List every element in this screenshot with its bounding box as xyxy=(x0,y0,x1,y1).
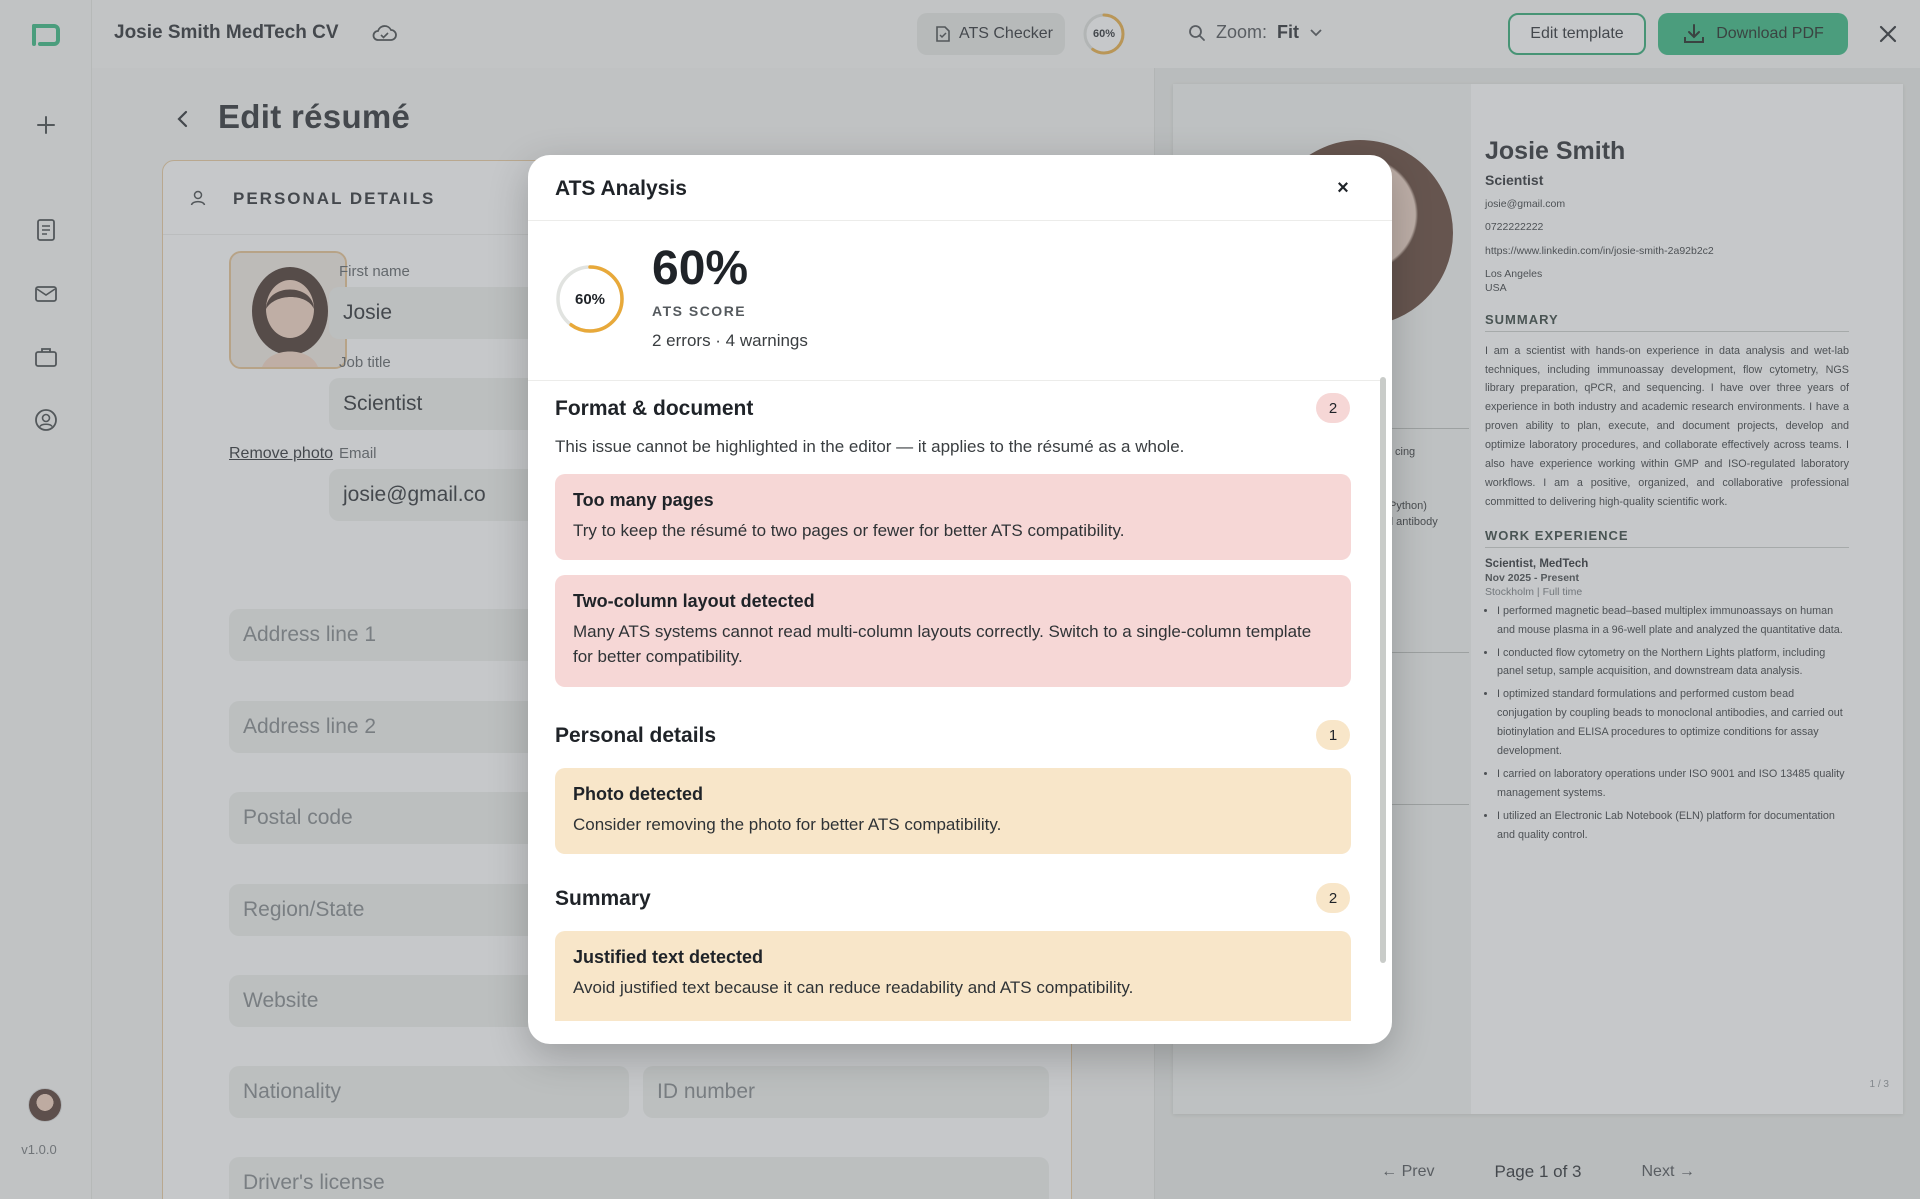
ats-score-ring-large: 60% xyxy=(554,263,626,335)
section-count-summary: 2 xyxy=(1316,883,1350,913)
issue-title: Two-column layout detected xyxy=(573,591,815,611)
issue-summary: 2 errors · 4 warnings xyxy=(652,331,808,350)
issue-title: Justified text detected xyxy=(573,947,764,967)
issue-description: Many ATS systems cannot read multi-colum… xyxy=(573,622,1312,666)
score-percentage: 60% xyxy=(652,242,749,295)
issue-title: Too many pages xyxy=(573,490,714,510)
modal-title: ATS Analysis xyxy=(555,177,687,200)
issue-description: Try to keep the résumé to two pages or f… xyxy=(573,521,1125,540)
issue-description: Avoid justified text because it can redu… xyxy=(573,978,1134,997)
issue-card[interactable]: Photo detected Consider removing the pho… xyxy=(555,768,1351,854)
score-summary: 60% 60% ATS SCORE 2 errors · 4 warnings xyxy=(528,221,1382,381)
issue-card[interactable]: Two-column layout detected Many ATS syst… xyxy=(555,575,1351,687)
section-note-format: This issue cannot be highlighted in the … xyxy=(555,437,1185,456)
section-count-format: 2 xyxy=(1316,393,1350,423)
score-ring-label: 60% xyxy=(574,290,606,308)
modal-scrollbar[interactable] xyxy=(1380,377,1386,963)
section-count-personal: 1 xyxy=(1316,720,1350,750)
section-title-format: Format & document xyxy=(555,397,754,420)
modal-header: ATS Analysis × xyxy=(528,155,1392,221)
modal-body: 60% 60% ATS SCORE 2 errors · 4 warnings … xyxy=(528,221,1382,1021)
issue-card[interactable]: Too many pages Try to keep the résumé to… xyxy=(555,474,1351,560)
ats-analysis-modal: ATS Analysis × 60% 60% ATS SCORE 2 error… xyxy=(528,155,1392,1044)
modal-close-button[interactable]: × xyxy=(1332,177,1354,199)
issue-description: Consider removing the photo for better A… xyxy=(573,815,1002,834)
close-icon: × xyxy=(1337,176,1349,199)
score-label: ATS SCORE xyxy=(652,303,747,319)
section-title-personal: Personal details xyxy=(555,724,717,747)
issue-card[interactable]: Justified text detected Avoid justified … xyxy=(555,931,1351,1021)
issue-title: Photo detected xyxy=(573,784,704,804)
section-title-summary: Summary xyxy=(555,887,651,910)
